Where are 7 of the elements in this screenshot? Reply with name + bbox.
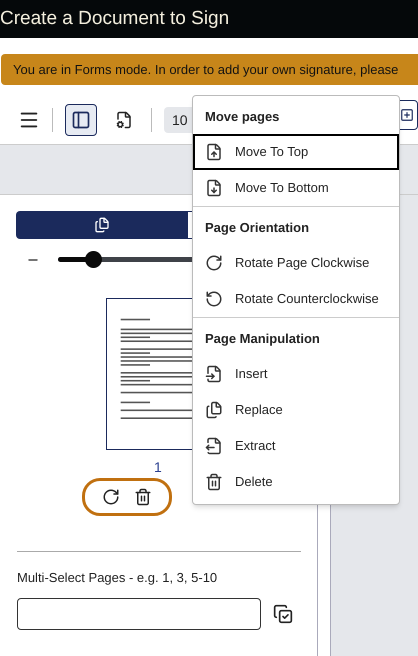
menu-heading: Page Manipulation: [205, 330, 320, 348]
page-number: 1: [154, 460, 163, 474]
menu-heading: Page Orientation: [205, 219, 310, 238]
multi-select-label: Multi-Select Pages - e.g. 1, 3, 5-10: [17, 569, 218, 587]
window-title: Create a Document to Sign: [0, 6, 230, 31]
menu-heading: Move pages: [205, 108, 280, 126]
banner-text: You are in Forms mode. In order to add your own signature, please: [13, 60, 398, 79]
